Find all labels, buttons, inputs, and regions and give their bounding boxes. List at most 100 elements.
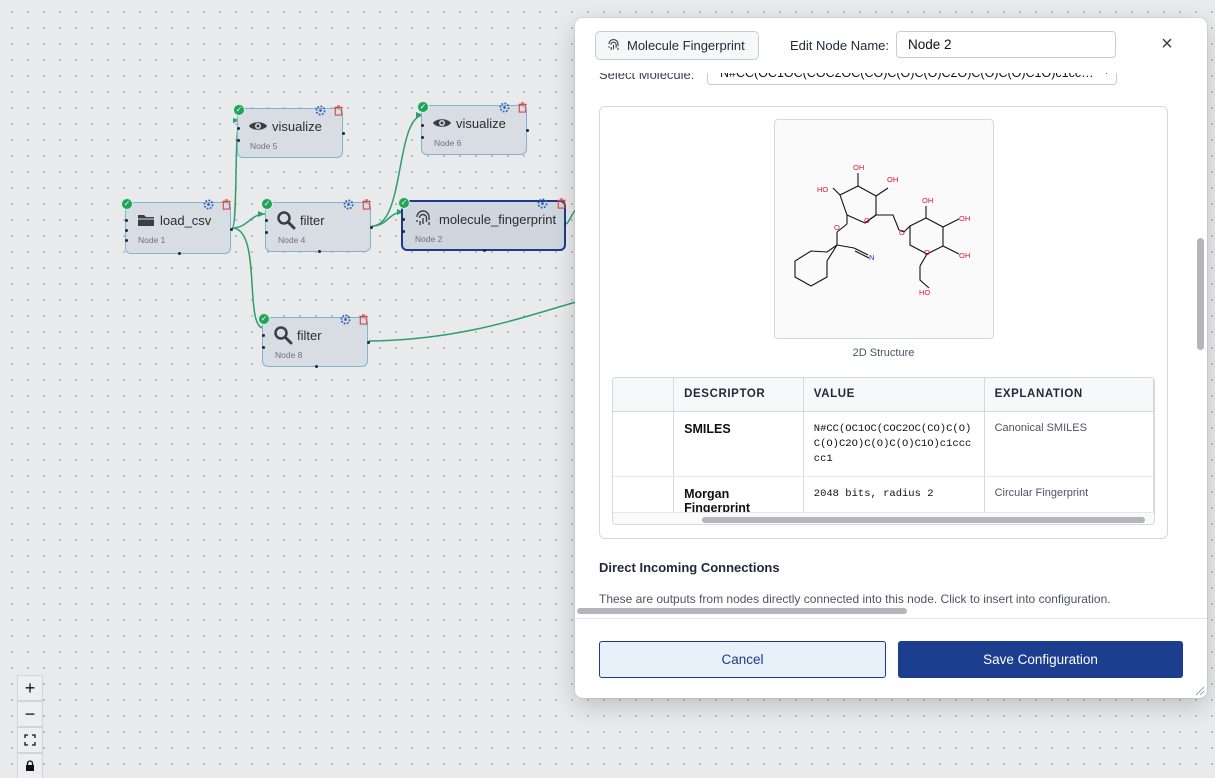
zoom-in-button[interactable]: + bbox=[17, 675, 43, 701]
status-success-icon: ✓ bbox=[258, 313, 270, 325]
node-load-csv[interactable]: ✓ load_csv Node 1 bbox=[121, 198, 233, 255]
molecule-select[interactable]: N#CC(OC1OC(COC2OC(CO)C(O)C(O)C2O)C(O)C(O… bbox=[707, 73, 1117, 85]
eye-icon bbox=[249, 122, 267, 130]
input-port[interactable] bbox=[262, 346, 265, 349]
trash-icon[interactable] bbox=[221, 199, 232, 210]
molecule-structure-drawing: OH HO OH O O O OH OH OH O HO N bbox=[794, 163, 970, 297]
node-filter-8[interactable]: ✓ filter Node 8 bbox=[258, 313, 370, 368]
mol-atom-label: O bbox=[864, 216, 870, 225]
descriptor-cell: Morgan Fingerprint bbox=[673, 476, 804, 516]
trash-icon[interactable] bbox=[333, 105, 344, 116]
mol-atom-label: OH bbox=[959, 214, 970, 223]
node-id-label: Node 5 bbox=[250, 141, 278, 151]
node-visualize-6[interactable]: ✓ visualize Node 6 bbox=[417, 101, 529, 155]
input-port[interactable] bbox=[125, 219, 128, 222]
input-port[interactable] bbox=[262, 334, 265, 337]
mol-atom-label: HO bbox=[817, 185, 828, 194]
table-horizontal-scrollbar[interactable] bbox=[613, 512, 1154, 524]
edge-node8-out bbox=[368, 301, 577, 342]
lock-button[interactable] bbox=[17, 753, 43, 778]
zoom-out-button[interactable]: − bbox=[17, 701, 43, 727]
input-port[interactable] bbox=[237, 139, 240, 142]
input-port[interactable] bbox=[237, 127, 240, 130]
input-port[interactable] bbox=[125, 239, 128, 242]
modal-body[interactable]: Select Molecule: N#CC(OC1OC(COC2OC(CO)C(… bbox=[575, 73, 1207, 618]
trash-icon[interactable] bbox=[361, 199, 372, 210]
node-visualize-5[interactable]: ✓ visualize Node 5 bbox=[233, 104, 345, 158]
node-label: visualize bbox=[456, 116, 506, 131]
section-title: Direct Incoming Connections bbox=[599, 560, 780, 575]
output-port[interactable] bbox=[230, 228, 233, 231]
trash-icon[interactable] bbox=[358, 314, 369, 325]
gear-icon[interactable] bbox=[340, 314, 351, 325]
trash-icon[interactable] bbox=[556, 198, 567, 209]
input-port[interactable] bbox=[421, 136, 424, 139]
modal-footer: Cancel Save Configuration bbox=[575, 618, 1207, 698]
table-header: DESCRIPTOR bbox=[673, 378, 804, 412]
status-success-icon: ✓ bbox=[261, 198, 273, 210]
row-index-cell bbox=[613, 476, 675, 516]
resize-handle-icon[interactable] bbox=[1193, 684, 1205, 696]
gear-icon[interactable] bbox=[499, 102, 510, 113]
input-port[interactable] bbox=[402, 218, 405, 221]
scrollbar-thumb[interactable] bbox=[702, 517, 1145, 523]
scrollbar-thumb[interactable] bbox=[577, 608, 907, 614]
cancel-button[interactable]: Cancel bbox=[599, 641, 886, 678]
mol-atom-label: O bbox=[834, 223, 840, 232]
gear-icon[interactable] bbox=[343, 199, 354, 210]
edge-node1-node8 bbox=[231, 227, 264, 329]
scrollbar-thumb[interactable] bbox=[1197, 238, 1204, 350]
mol-atom-label: N bbox=[869, 253, 874, 262]
output-port[interactable] bbox=[318, 250, 321, 253]
node-id-label: Node 2 bbox=[415, 234, 443, 244]
status-success-icon: ✓ bbox=[121, 198, 133, 210]
fit-view-button[interactable] bbox=[17, 727, 43, 753]
node-molecule-fingerprint[interactable]: ✓ molecule_fingerprint Node 2 bbox=[398, 197, 567, 252]
row-index-cell bbox=[613, 411, 675, 477]
output-port[interactable] bbox=[315, 365, 318, 368]
mol-atom-label: OH bbox=[922, 196, 933, 205]
gear-icon[interactable] bbox=[315, 105, 326, 116]
body-vertical-scrollbar[interactable] bbox=[1195, 73, 1207, 618]
node-type-badge: Molecule Fingerprint bbox=[595, 31, 759, 60]
input-port[interactable] bbox=[265, 231, 268, 234]
eye-icon bbox=[433, 119, 451, 127]
save-configuration-button[interactable]: Save Configuration bbox=[898, 641, 1183, 678]
magnifier-icon bbox=[277, 211, 296, 230]
close-button[interactable]: × bbox=[1158, 34, 1176, 54]
table-header: EXPLANATION bbox=[984, 378, 1154, 412]
status-success-icon: ✓ bbox=[417, 101, 429, 113]
output-port[interactable] bbox=[526, 129, 529, 132]
body-horizontal-scrollbar[interactable] bbox=[575, 606, 1195, 616]
trash-icon[interactable] bbox=[517, 102, 528, 113]
mol-atom-label: OH bbox=[959, 251, 970, 260]
input-port[interactable] bbox=[402, 230, 405, 233]
output-port[interactable] bbox=[178, 252, 181, 255]
node-id-label: Node 8 bbox=[275, 350, 303, 360]
mol-atom-label: HO bbox=[919, 288, 930, 297]
explanation-cell: Circular Fingerprint bbox=[984, 476, 1154, 516]
input-port[interactable] bbox=[421, 124, 424, 127]
node-label: filter bbox=[300, 213, 325, 228]
mol-atom-label: O bbox=[899, 228, 905, 237]
node-id-label: Node 1 bbox=[138, 235, 166, 245]
input-port[interactable] bbox=[125, 229, 128, 232]
table-header: VALUE bbox=[803, 378, 985, 412]
input-port[interactable] bbox=[265, 219, 268, 222]
section-description: These are outputs from nodes directly co… bbox=[599, 592, 1111, 606]
output-port[interactable] bbox=[342, 132, 345, 135]
select-molecule-label: Select Molecule: bbox=[599, 73, 695, 82]
fingerprint-icon bbox=[416, 210, 430, 225]
node-name-input[interactable] bbox=[896, 31, 1116, 58]
descriptor-table[interactable]: DESCRIPTOR VALUE EXPLANATION SMILES N#CC… bbox=[612, 377, 1155, 525]
output-port[interactable] bbox=[483, 249, 486, 252]
descriptor-cell: SMILES bbox=[673, 411, 804, 477]
node-filter-4[interactable]: ✓ filter Node 4 bbox=[261, 198, 373, 253]
gear-icon[interactable] bbox=[203, 199, 214, 210]
node-id-label: Node 4 bbox=[278, 235, 306, 245]
modal-header: Molecule Fingerprint Edit Node Name: × bbox=[575, 18, 1207, 73]
value-cell: N#CC(OC1OC(COC2OC(CO)C(O)C(O)C2O)C(O)C(O… bbox=[803, 411, 985, 477]
output-port[interactable] bbox=[370, 226, 373, 229]
gear-icon[interactable] bbox=[537, 198, 548, 209]
output-port[interactable] bbox=[367, 341, 370, 344]
